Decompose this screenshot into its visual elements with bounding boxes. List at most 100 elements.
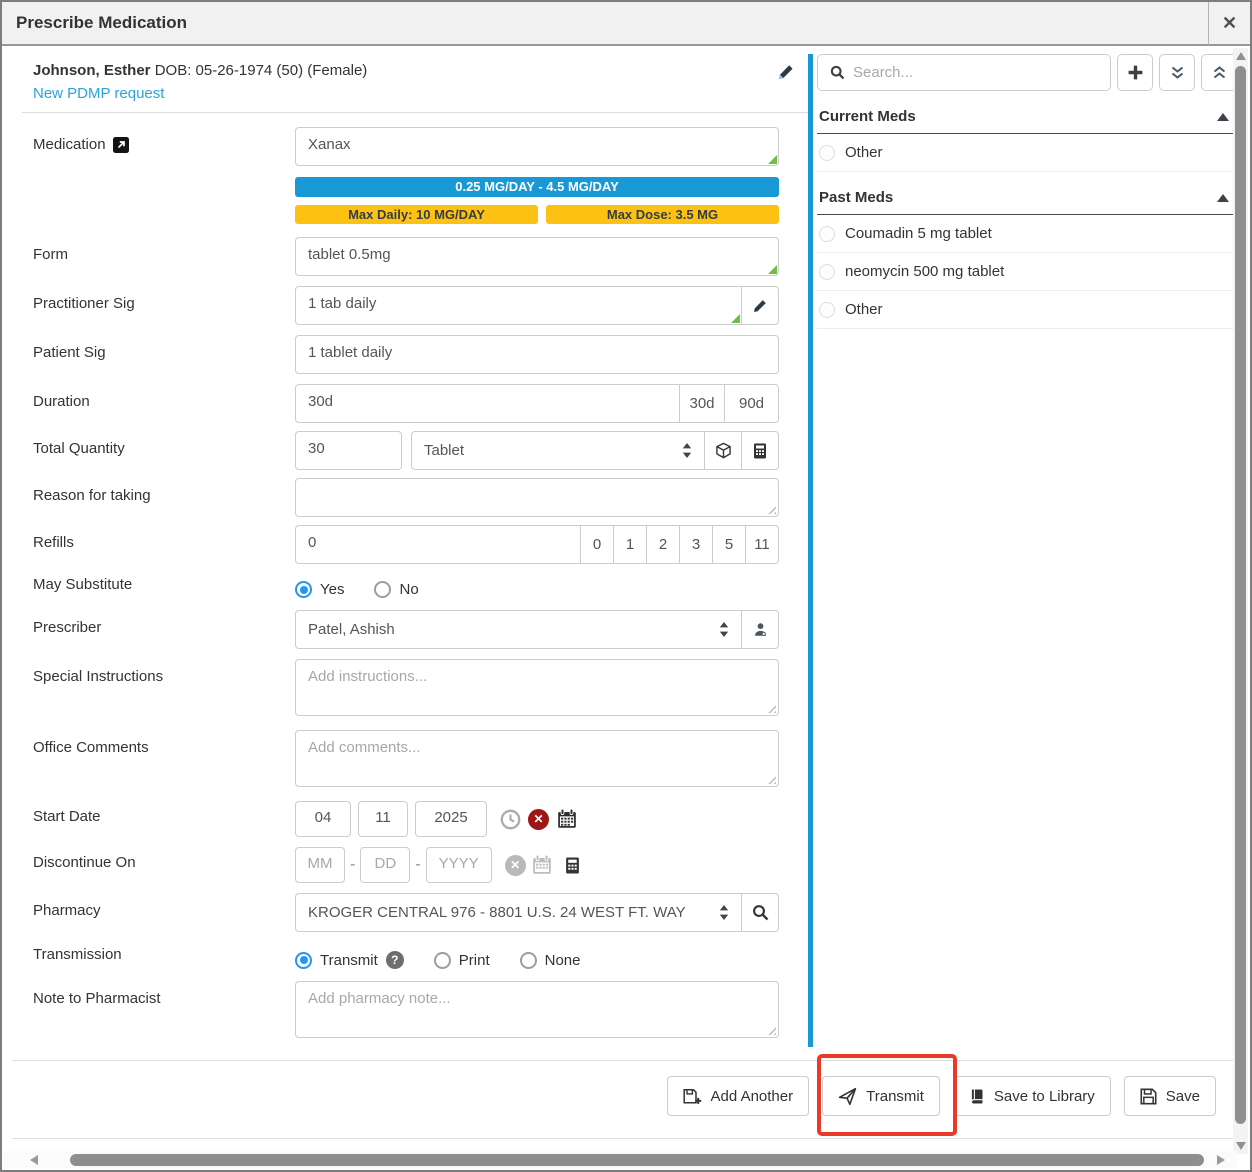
duration-input[interactable]: 30d bbox=[295, 384, 680, 423]
transmission-transmit-radio[interactable] bbox=[295, 952, 312, 969]
prescription-form: Johnson, Esther DOB: 05-26-1974 (50) (Fe… bbox=[12, 48, 808, 1048]
med-radio[interactable] bbox=[819, 302, 835, 318]
past-meds-header[interactable]: Past Meds bbox=[817, 185, 1237, 215]
divider bbox=[22, 112, 808, 113]
scroll-up-icon[interactable] bbox=[1236, 52, 1246, 60]
med-item-label: Other bbox=[845, 301, 883, 318]
refills-quick-0-button[interactable]: 0 bbox=[580, 525, 614, 564]
resize-handle-icon[interactable] bbox=[767, 1026, 776, 1035]
add-another-button[interactable]: Add Another bbox=[667, 1076, 810, 1116]
save-to-library-button[interactable]: Save to Library bbox=[953, 1076, 1111, 1116]
time-button[interactable] bbox=[500, 809, 521, 830]
refills-quick-11-button[interactable]: 11 bbox=[745, 525, 779, 564]
start-year-input[interactable]: 2025 bbox=[415, 801, 487, 837]
horizontal-scroll-thumb[interactable] bbox=[70, 1154, 1204, 1166]
pharmacy-search-button[interactable] bbox=[741, 893, 779, 932]
pdmp-link[interactable]: New PDMP request bbox=[33, 85, 164, 102]
office-comments-input[interactable]: Add comments... bbox=[295, 730, 779, 787]
transmission-print-radio[interactable] bbox=[434, 952, 451, 969]
clear-discontinue-date-button[interactable]: ✕ bbox=[505, 855, 526, 876]
collapse-caret-icon bbox=[1217, 113, 1229, 121]
past-med-item[interactable]: Coumadin 5 mg tablet bbox=[817, 215, 1237, 253]
discontinue-year-input[interactable]: YYYY bbox=[426, 847, 492, 883]
total-quantity-label: Total Quantity bbox=[33, 431, 295, 457]
select-arrows-icon bbox=[719, 622, 729, 637]
horizontal-scrollbar[interactable] bbox=[4, 1151, 1237, 1168]
reason-input[interactable] bbox=[295, 478, 779, 517]
cube-icon bbox=[715, 442, 732, 459]
discontinue-calendar-button[interactable] bbox=[531, 854, 553, 876]
pencil-icon bbox=[778, 64, 794, 80]
patient-sig-input[interactable]: 1 tablet daily bbox=[295, 335, 779, 374]
paper-plane-icon bbox=[838, 1087, 857, 1106]
save-button[interactable]: Save bbox=[1124, 1076, 1216, 1116]
transmission-label: Transmission bbox=[33, 944, 295, 963]
select-arrows-icon bbox=[682, 443, 692, 458]
discontinue-month-input[interactable]: MM bbox=[295, 847, 345, 883]
collapse-all-button[interactable] bbox=[1201, 54, 1237, 91]
scroll-right-icon[interactable] bbox=[1217, 1155, 1225, 1165]
start-day-input[interactable]: 11 bbox=[358, 801, 408, 837]
plus-icon bbox=[1127, 64, 1144, 81]
start-month-input[interactable]: 04 bbox=[295, 801, 351, 837]
resize-handle-icon[interactable] bbox=[767, 704, 776, 713]
resize-handle-icon[interactable] bbox=[768, 265, 777, 274]
search-input[interactable]: Search... bbox=[817, 54, 1111, 91]
quantity-unit-select[interactable]: Tablet bbox=[411, 431, 705, 470]
edit-sig-button[interactable] bbox=[741, 286, 779, 325]
current-med-item-other[interactable]: Other bbox=[817, 134, 1237, 172]
med-radio[interactable] bbox=[819, 145, 835, 161]
prescriber-select[interactable]: Patel, Ashish bbox=[295, 610, 742, 649]
substitute-no-radio[interactable] bbox=[374, 581, 391, 598]
med-radio[interactable] bbox=[819, 226, 835, 242]
may-substitute-label: May Substitute bbox=[33, 574, 295, 593]
vertical-scrollbar[interactable] bbox=[1233, 48, 1248, 1154]
refills-quick-3-button[interactable]: 3 bbox=[679, 525, 713, 564]
form-input[interactable]: tablet 0.5mg bbox=[295, 237, 779, 276]
vertical-scroll-thumb[interactable] bbox=[1235, 66, 1246, 1124]
duration-quick-30d-button[interactable]: 30d bbox=[679, 384, 725, 423]
special-instructions-input[interactable]: Add instructions... bbox=[295, 659, 779, 716]
resize-handle-icon[interactable] bbox=[767, 505, 776, 514]
resize-handle-icon[interactable] bbox=[767, 775, 776, 784]
special-instructions-label: Special Instructions bbox=[33, 659, 295, 685]
past-med-item[interactable]: neomycin 500 mg tablet bbox=[817, 253, 1237, 291]
prescriber-lookup-button[interactable] bbox=[741, 610, 779, 649]
close-button[interactable]: ✕ bbox=[1208, 1, 1250, 45]
resize-handle-icon[interactable] bbox=[731, 314, 740, 323]
past-med-item-other[interactable]: Other bbox=[817, 291, 1237, 329]
clear-start-date-button[interactable]: ✕ bbox=[528, 809, 549, 830]
practitioner-sig-input[interactable]: 1 tab daily bbox=[295, 286, 742, 325]
quantity-input[interactable]: 30 bbox=[295, 431, 402, 470]
medication-input[interactable]: Xanax bbox=[295, 127, 779, 166]
patient-info: Johnson, Esther DOB: 05-26-1974 (50) (Fe… bbox=[33, 60, 367, 82]
scroll-down-icon[interactable] bbox=[1236, 1142, 1246, 1150]
pharmacy-note-input[interactable]: Add pharmacy note... bbox=[295, 981, 779, 1038]
refills-quick-2-button[interactable]: 2 bbox=[646, 525, 680, 564]
quantity-calculator-button[interactable] bbox=[741, 431, 779, 470]
add-medication-button[interactable] bbox=[1117, 54, 1153, 91]
package-lookup-button[interactable] bbox=[704, 431, 742, 470]
transmission-none-radio[interactable] bbox=[520, 952, 537, 969]
refills-quick-5-button[interactable]: 5 bbox=[712, 525, 746, 564]
search-placeholder: Search... bbox=[853, 64, 913, 81]
reason-label: Reason for taking bbox=[33, 478, 295, 504]
transmit-button[interactable]: Transmit bbox=[822, 1076, 940, 1116]
substitute-yes-radio[interactable] bbox=[295, 581, 312, 598]
refills-quick-1-button[interactable]: 1 bbox=[613, 525, 647, 564]
doctor-icon bbox=[753, 622, 768, 637]
resize-handle-icon[interactable] bbox=[768, 155, 777, 164]
edit-patient-button[interactable] bbox=[778, 64, 794, 80]
duration-quick-90d-button[interactable]: 90d bbox=[724, 384, 779, 423]
scroll-left-icon[interactable] bbox=[30, 1155, 38, 1165]
med-radio[interactable] bbox=[819, 264, 835, 280]
refills-input[interactable]: 0 bbox=[295, 525, 581, 564]
expand-all-button[interactable] bbox=[1159, 54, 1195, 91]
duration-calc-button[interactable] bbox=[564, 857, 581, 874]
start-date-calendar-button[interactable] bbox=[556, 808, 578, 830]
help-icon[interactable]: ? bbox=[386, 951, 404, 969]
current-meds-header[interactable]: Current Meds bbox=[817, 104, 1237, 134]
pharmacy-select[interactable]: KROGER CENTRAL 976 - 8801 U.S. 24 WEST F… bbox=[295, 893, 742, 932]
divider bbox=[12, 1060, 1236, 1061]
discontinue-day-input[interactable]: DD bbox=[360, 847, 410, 883]
